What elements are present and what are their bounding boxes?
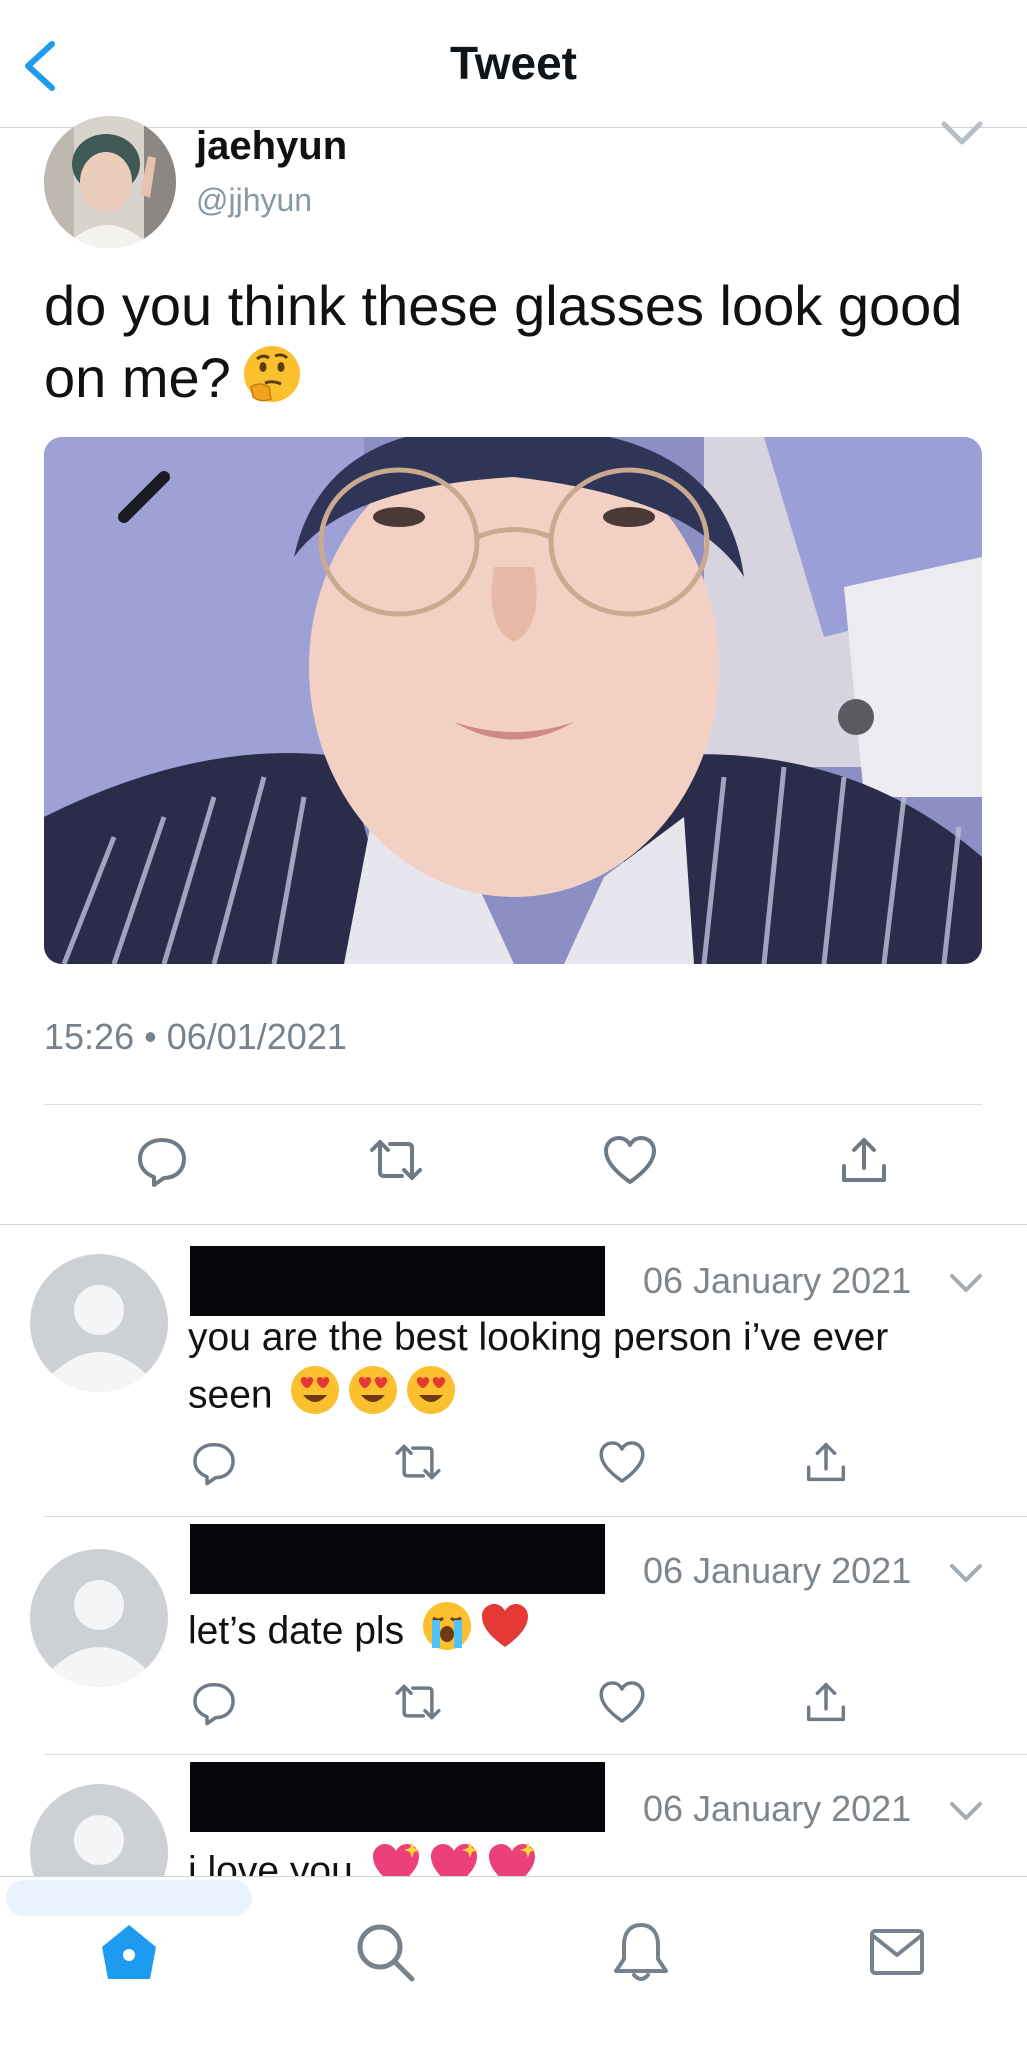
red-heart-emoji (479, 1600, 531, 1666)
tweet-options-button[interactable] (940, 118, 984, 154)
redacted-username (190, 1762, 605, 1832)
chevron-down-icon (950, 1564, 982, 1582)
share-button[interactable] (800, 1436, 852, 1488)
reply-icon (193, 1682, 235, 1726)
divider (0, 1224, 1027, 1225)
reply-action-bar (0, 1436, 1027, 1492)
tab-home[interactable] (94, 1917, 164, 1987)
default-avatar[interactable] (30, 1784, 168, 1876)
reply-date: 06 January 2021 (643, 1260, 912, 1301)
like-button[interactable] (600, 1130, 660, 1190)
envelope-icon (870, 1929, 924, 1975)
home-icon (102, 1925, 156, 1979)
default-avatar[interactable] (30, 1254, 168, 1392)
like-icon (599, 1441, 645, 1483)
heart-eyes-emoji (289, 1364, 341, 1430)
loudly-crying-emoji (421, 1600, 473, 1666)
reply-action-bar (0, 1676, 1027, 1732)
tab-notifications[interactable] (606, 1917, 676, 1987)
default-profile-icon (52, 1285, 146, 1392)
chevron-down-icon (950, 1802, 982, 1820)
reply-options-button[interactable] (948, 1798, 984, 1828)
page-title: Tweet (450, 37, 577, 89)
share-button[interactable] (800, 1676, 852, 1728)
retweet-icon (370, 1140, 422, 1180)
tweet-text-content: do you think these glasses look good on … (44, 274, 963, 409)
author-name[interactable]: jaehyun (196, 124, 347, 169)
reply-options-button[interactable] (948, 1270, 984, 1300)
like-icon (604, 1136, 656, 1184)
sparkling-heart-emoji (486, 1840, 538, 1876)
tweet-photo[interactable] (44, 437, 982, 964)
bell-icon (614, 1923, 668, 1981)
tab-messages[interactable] (862, 1917, 932, 1987)
default-profile-icon (52, 1580, 146, 1687)
chevron-down-icon (941, 121, 983, 145)
reply-text: i love you (188, 1840, 948, 1876)
reply-button[interactable] (188, 1676, 240, 1728)
reply-button[interactable] (132, 1130, 192, 1190)
reply-item[interactable]: 06 January 2021 i love you (0, 1760, 1027, 1876)
reply-icon (193, 1442, 235, 1486)
redacted-username (190, 1524, 605, 1594)
reply-text-content: i love you (188, 1849, 353, 1876)
tweet-action-bar (0, 1130, 1027, 1198)
retweet-icon (395, 1444, 441, 1480)
reply-date: 06 January 2021 (643, 1550, 912, 1591)
share-icon (842, 1138, 886, 1182)
author-handle[interactable]: @jjhyun (196, 182, 312, 219)
like-button[interactable] (596, 1436, 648, 1488)
heart-eyes-emoji (347, 1364, 399, 1430)
retweet-button[interactable] (366, 1130, 426, 1190)
reply-text-content: let’s date pls (188, 1609, 405, 1653)
sparkling-heart-emoji (370, 1840, 422, 1876)
thinking-face-emoji (241, 343, 303, 422)
reply-button[interactable] (188, 1436, 240, 1488)
default-profile-icon (74, 1815, 124, 1865)
reply-item[interactable]: 06 January 2021 you are the best looking… (0, 1240, 1027, 1510)
chevron-down-icon (950, 1274, 982, 1292)
share-icon (806, 1682, 846, 1722)
home-indicator-highlight (6, 1880, 252, 1916)
reply-text: let’s date pls (188, 1600, 948, 1666)
divider (44, 1104, 982, 1105)
retweet-button[interactable] (392, 1676, 444, 1728)
tweet-text: do you think these glasses look good on … (44, 270, 974, 422)
reply-options-button[interactable] (948, 1560, 984, 1590)
like-icon (599, 1681, 645, 1723)
share-icon (806, 1442, 846, 1482)
reply-item[interactable]: 06 January 2021 let’s date pls (0, 1520, 1027, 1750)
retweet-icon (395, 1684, 441, 1720)
default-avatar[interactable] (30, 1549, 168, 1687)
reply-date: 06 January 2021 (643, 1788, 912, 1829)
tab-search[interactable] (350, 1917, 420, 1987)
sparkling-heart-emoji (428, 1840, 480, 1876)
divider (44, 1516, 1027, 1517)
tweet-timestamp: 15:26 • 06/01/2021 (44, 1016, 347, 1057)
share-button[interactable] (834, 1130, 894, 1190)
heart-eyes-emoji (405, 1364, 457, 1430)
retweet-button[interactable] (392, 1436, 444, 1488)
reply-icon (138, 1138, 186, 1187)
divider (44, 1754, 1027, 1755)
reply-text: you are the best looking person i’ve eve… (188, 1312, 948, 1430)
search-icon (357, 1924, 415, 1982)
top-navigation-bar: Tweet (0, 0, 1027, 128)
redacted-username (190, 1246, 605, 1316)
author-avatar[interactable] (44, 116, 176, 248)
like-button[interactable] (596, 1676, 648, 1728)
